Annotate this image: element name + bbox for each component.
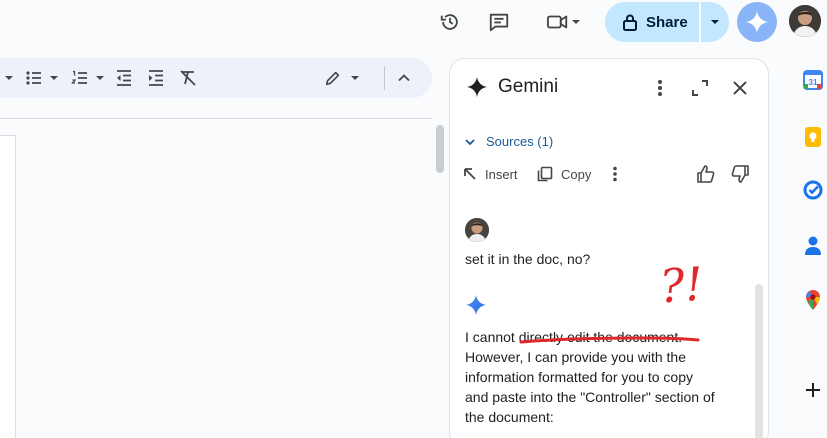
caret-down-icon: [711, 20, 719, 24]
formatting-toolbar: [0, 58, 432, 98]
increase-indent-icon: [149, 70, 163, 86]
share-button-group: Share: [605, 2, 729, 42]
pencil-icon: [325, 71, 340, 86]
decrease-indent-button[interactable]: [114, 66, 134, 90]
checklist-dropdown-arrow[interactable]: [4, 66, 14, 90]
reply-line: the document:: [465, 409, 554, 425]
sources-label: Sources (1): [486, 134, 554, 149]
account-avatar[interactable]: [789, 5, 821, 37]
caret-down-icon: [5, 76, 13, 80]
gemini-response-icon: [465, 294, 487, 321]
response-more-icon[interactable]: [605, 163, 625, 185]
lock-icon: [623, 14, 637, 31]
gemini-reply: I cannot directly edit the document. How…: [465, 327, 735, 427]
gemini-spark-icon: [746, 11, 768, 33]
document-canvas[interactable]: [0, 118, 432, 438]
toolbar-divider: [384, 66, 385, 90]
decrease-indent-icon: [117, 70, 131, 86]
gemini-logo-icon: [465, 75, 489, 99]
more-options-icon[interactable]: [648, 76, 672, 100]
panel-title: Gemini: [498, 76, 559, 97]
document-page[interactable]: [0, 135, 16, 438]
caret-down-icon: [351, 76, 359, 80]
side-rail: 31: [790, 58, 827, 438]
thumbs-down-icon[interactable]: [728, 162, 752, 186]
expand-icon[interactable]: [688, 76, 712, 100]
copy-icon: [537, 166, 553, 182]
caret-down-icon: [50, 76, 58, 80]
version-history-icon[interactable]: [436, 8, 464, 36]
calendar-day-label: 31: [808, 77, 818, 87]
user-avatar: [465, 218, 489, 242]
comments-icon[interactable]: [485, 8, 513, 36]
sources-toggle[interactable]: Sources (1): [464, 134, 553, 149]
tasks-app-icon[interactable]: [803, 180, 823, 200]
maps-app-icon[interactable]: [803, 290, 823, 310]
copy-label: Copy: [561, 166, 592, 182]
thumbs-up-icon[interactable]: [694, 162, 718, 186]
reply-line: information formatted for you to copy: [465, 369, 693, 385]
insert-button[interactable]: Insert: [463, 163, 518, 185]
share-button[interactable]: Share: [605, 2, 698, 42]
share-options-button[interactable]: [701, 2, 729, 42]
bulleted-list-icon: [26, 71, 41, 85]
contacts-app-icon[interactable]: [803, 235, 823, 255]
video-camera-icon: [546, 15, 568, 29]
user-message: set it in the doc, no?: [465, 251, 591, 267]
increase-indent-button[interactable]: [146, 66, 166, 90]
close-icon[interactable]: [728, 76, 752, 100]
clear-formatting-icon: [180, 70, 196, 86]
top-bar: Share: [0, 0, 827, 46]
chevron-down-icon: [572, 20, 580, 24]
bulleted-list-button[interactable]: [24, 66, 59, 90]
gemini-panel: Gemini Sources (1) Insert Copy set it in…: [449, 58, 769, 438]
editing-mode-button[interactable]: [324, 66, 360, 90]
chevron-down-icon: [465, 138, 475, 145]
meet-button[interactable]: [541, 8, 585, 36]
caret-down-icon: [96, 76, 104, 80]
numbered-list-icon: [71, 70, 87, 84]
add-app-icon[interactable]: [803, 380, 823, 400]
gemini-toggle-button[interactable]: [737, 2, 777, 42]
chevron-up-icon: [398, 74, 410, 82]
keep-app-icon[interactable]: [803, 127, 823, 147]
insert-arrow-icon: [464, 168, 476, 180]
document-scrollbar[interactable]: [436, 125, 444, 173]
hide-menus-button[interactable]: [396, 66, 412, 90]
reply-line: I cannot directly edit the document.: [465, 329, 683, 345]
share-label: Share: [646, 13, 688, 31]
app-root: Share Gemini Sources (1) Insert Copy set…: [0, 0, 827, 438]
copy-button[interactable]: Copy: [537, 163, 591, 185]
panel-scrollbar[interactable]: [755, 284, 763, 438]
insert-label: Insert: [485, 166, 518, 182]
clear-formatting-button[interactable]: [178, 66, 198, 90]
reply-line: However, I can provide you with the: [465, 349, 687, 365]
numbered-list-button[interactable]: [70, 66, 105, 90]
reply-line: and paste into the "Controller" section …: [465, 389, 715, 405]
